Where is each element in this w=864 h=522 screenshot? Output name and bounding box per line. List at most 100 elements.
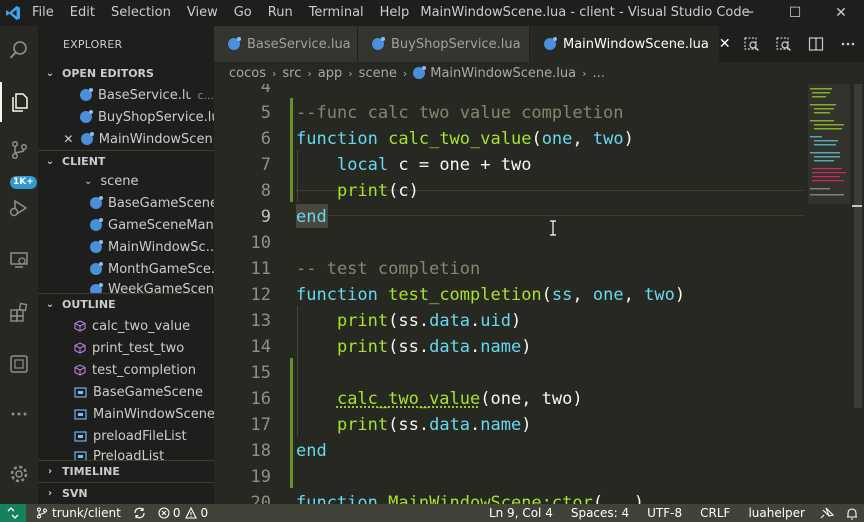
window-title: MainWindowScene.lua - client - Visual St… xyxy=(420,5,750,20)
split-editor-icon[interactable] xyxy=(800,36,832,52)
tab-baseservice[interactable]: BaseService.lua xyxy=(214,26,358,62)
chevron-right-icon: › xyxy=(47,488,53,499)
breadcrumb-item[interactable]: app xyxy=(318,66,342,81)
chevron-down-icon: ⌄ xyxy=(45,156,55,167)
code-line: 12 function test_completion(ss, one, two) xyxy=(250,285,686,305)
chevron-right-icon: › xyxy=(307,66,312,80)
code-line: 19 xyxy=(250,467,271,487)
chevron-right-icon: › xyxy=(47,466,53,477)
window-controls: ─ ☐ ✕ xyxy=(726,0,864,26)
code-line: 11 -- test completion xyxy=(250,259,481,279)
remote-indicator[interactable] xyxy=(0,504,26,522)
outline-item[interactable]: test_completion xyxy=(38,359,214,381)
maximize-button[interactable]: ☐ xyxy=(772,0,818,26)
menu-view[interactable]: View xyxy=(179,0,226,26)
outline-item[interactable]: preloadFileList xyxy=(38,425,214,447)
file-item[interactable]: BaseGameScene... xyxy=(38,192,214,214)
file-item[interactable]: WeekGameScen... xyxy=(38,280,214,294)
sync-icon xyxy=(134,507,145,519)
breadcrumb-item[interactable]: MainWindowScene.lua xyxy=(430,66,576,81)
explorer-icon[interactable] xyxy=(0,82,38,122)
search-icon[interactable] xyxy=(0,30,38,70)
indentation[interactable]: Spaces: 4 xyxy=(562,504,638,522)
lua-file-icon xyxy=(90,218,103,231)
code-line: 20 function MainWindowScene:ctor( ) xyxy=(250,493,645,504)
file-item[interactable]: GameSceneMan... xyxy=(38,214,214,236)
sync-button[interactable] xyxy=(127,507,152,519)
chevron-down-icon: ⌄ xyxy=(45,299,55,310)
file-item[interactable]: MainWindowSc... xyxy=(38,236,214,258)
menu-run[interactable]: Run xyxy=(260,0,301,26)
menu-terminal[interactable]: Terminal xyxy=(301,0,372,26)
ide-helper-icon[interactable] xyxy=(0,344,38,384)
breadcrumb-item[interactable]: src xyxy=(282,66,301,81)
code-line: 8 print(c) xyxy=(260,181,419,201)
menu-edit[interactable]: Edit xyxy=(62,0,103,26)
method-icon xyxy=(74,342,86,354)
notifications-bell-icon[interactable] xyxy=(840,507,864,520)
menu-selection[interactable]: Selection xyxy=(103,0,179,26)
find-references-icon[interactable] xyxy=(736,36,768,52)
code-editor[interactable]: 4 5 --func calc two value completion 6 fun… xyxy=(214,84,864,504)
warning-icon xyxy=(185,507,198,519)
lua-file-icon xyxy=(90,240,103,253)
line-ending[interactable]: CRLF xyxy=(691,504,739,522)
menu-go[interactable]: Go xyxy=(226,0,260,26)
settings-gear-icon[interactable] xyxy=(0,454,38,494)
minimize-button[interactable]: ─ xyxy=(726,0,772,26)
close-icon[interactable]: ✕ xyxy=(62,132,75,146)
variable-icon xyxy=(74,430,87,442)
cursor-position[interactable]: Ln 9, Col 4 xyxy=(480,504,562,522)
menu-bar: File Edit Selection View Go Run Terminal… xyxy=(26,0,417,26)
outline-item[interactable]: calc_two_value xyxy=(38,315,214,337)
variable-icon xyxy=(74,408,87,420)
cursor-marker xyxy=(852,205,862,207)
outline-header[interactable]: ⌄ OUTLINE xyxy=(38,293,214,315)
menu-file[interactable]: File xyxy=(26,0,62,26)
file-item[interactable]: MonthGameSce... xyxy=(38,258,214,280)
scrollbar-thumb[interactable] xyxy=(854,84,862,408)
outline-item[interactable]: MainWindowScene xyxy=(38,403,214,425)
chevron-right-icon: › xyxy=(271,66,277,80)
breadcrumb-item[interactable]: ... xyxy=(593,66,605,81)
source-control-icon[interactable] xyxy=(0,130,38,170)
vscode-logo-icon xyxy=(0,0,26,26)
variable-icon xyxy=(74,451,87,460)
lua-file-icon xyxy=(90,262,103,275)
more-actions-icon[interactable] xyxy=(832,36,864,52)
folder-item-scene[interactable]: ⌄ scene xyxy=(38,170,214,192)
editor-actions xyxy=(736,26,864,62)
branch-icon xyxy=(37,507,47,519)
open-editor-item[interactable]: ✕ MainWindowScen... xyxy=(38,128,214,150)
open-editors-header[interactable]: ⌄ OPEN EDITORS xyxy=(38,62,214,84)
branch-indicator[interactable]: trunk/client xyxy=(26,504,127,522)
timeline-header[interactable]: › TIMELINE xyxy=(38,460,214,482)
outline-item[interactable]: PreloadList xyxy=(38,447,214,460)
breadcrumb: cocos › src › app › scene › MainWindowSc… xyxy=(214,62,864,84)
outline-item[interactable]: print_test_two xyxy=(38,337,214,359)
open-editor-item[interactable]: BaseService.lua c... xyxy=(38,84,214,106)
breadcrumb-item[interactable]: cocos xyxy=(229,66,266,81)
vertical-scrollbar[interactable] xyxy=(850,84,864,504)
svn-header[interactable]: › SVN xyxy=(38,482,214,504)
tab-buyshopservice[interactable]: BuyShopService.lua xyxy=(358,26,530,62)
compare-changes-icon[interactable] xyxy=(768,36,800,52)
extensions-icon[interactable] xyxy=(0,292,38,332)
tab-mainwindowscene[interactable]: MainWindowScene.lua ✕ xyxy=(530,26,731,62)
run-debug-icon[interactable] xyxy=(0,188,38,228)
close-window-button[interactable]: ✕ xyxy=(818,0,864,26)
outline-item[interactable]: BaseGameScene xyxy=(38,381,214,403)
menu-help[interactable]: Help xyxy=(372,0,418,26)
open-editor-item[interactable]: BuyShopService.lu... xyxy=(38,106,214,128)
feedback-icon[interactable] xyxy=(814,507,840,519)
problems-indicator[interactable]: 0 0 xyxy=(152,504,214,522)
client-folder-header[interactable]: ⌄ CLIENT xyxy=(38,150,214,172)
breadcrumb-item[interactable]: scene xyxy=(359,66,397,81)
language-mode[interactable]: luahelper xyxy=(739,504,814,522)
minimap[interactable] xyxy=(808,84,850,504)
encoding[interactable]: UTF-8 xyxy=(638,504,691,522)
code-line: 5 --func calc two value completion xyxy=(260,103,624,123)
close-tab-icon[interactable]: ✕ xyxy=(719,36,731,52)
more-icon[interactable] xyxy=(0,394,38,434)
remote-explorer-icon[interactable] xyxy=(0,240,38,280)
